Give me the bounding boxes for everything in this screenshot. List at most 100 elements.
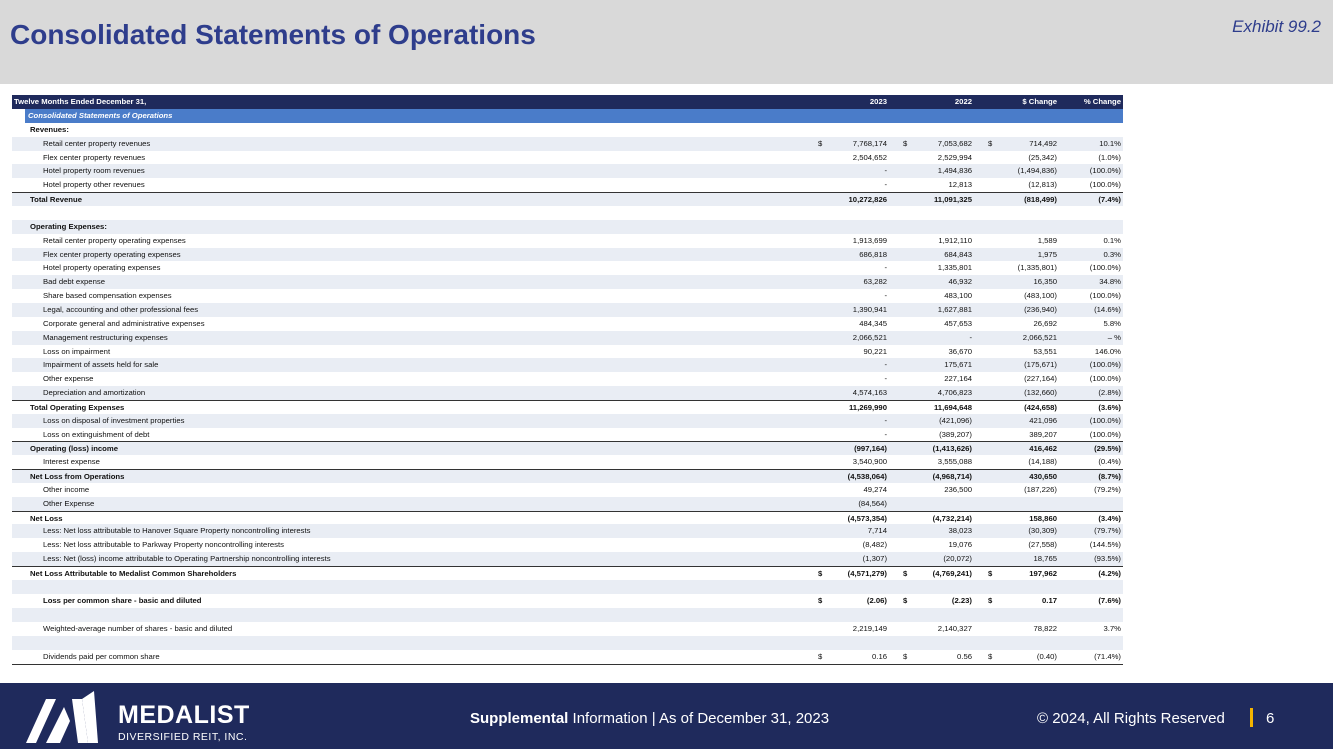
section-title-row: Consolidated Statements of Operations: [25, 109, 1123, 123]
value-pct-change: (29.5%): [1094, 444, 1121, 454]
value-change: (175,671): [1024, 360, 1057, 370]
row-label: Hotel property room revenues: [43, 166, 145, 176]
value-2022: 46,932: [948, 277, 972, 287]
row-label: Loss on impairment: [43, 346, 111, 356]
table-row: Other Expense (84,564): [12, 496, 1123, 511]
period-label: Twelve Months Ended December 31,: [14, 97, 147, 106]
value-2023: 4,574,163: [852, 388, 887, 398]
value-pct-change: (14.6%): [1094, 304, 1121, 314]
opex-heading: Operating Expenses:: [30, 221, 107, 231]
row-label: Net Loss from Operations: [30, 472, 125, 482]
value-pct-change: (7.6%): [1098, 595, 1121, 605]
value-2023: (4,573,354): [847, 513, 887, 523]
value-change: 714,492: [1029, 138, 1057, 148]
value-change: (25,342): [1028, 152, 1057, 162]
value-change: (30,309): [1028, 526, 1057, 536]
table-row: Retail center property revenues 7,768,174…: [12, 136, 1123, 151]
table-row: Loss on disposal of investment propertie…: [12, 413, 1123, 428]
value-2022: (1,413,626): [932, 444, 972, 454]
table-row: Other expense - 227,164 (227,164) (100.0%): [12, 372, 1123, 386]
table-row: Hotel property room revenues - 1,494,836 (1…: [12, 164, 1123, 179]
value-pct-change: 0.1%: [1103, 235, 1121, 245]
value-2022: 175,671: [944, 360, 972, 370]
value-change: 197,962: [1029, 569, 1057, 578]
value-2022: 19,076: [948, 540, 972, 550]
table-row: Management restructuring expenses 2,066,5…: [12, 330, 1123, 345]
footer-separator: [1250, 708, 1253, 727]
value-2023: 7,714: [867, 526, 887, 536]
value-2022: -: [969, 332, 972, 342]
row-label: Flex center property revenues: [43, 152, 146, 162]
dollar-sign: $: [988, 595, 993, 605]
value-change: 0.17: [1042, 595, 1057, 605]
value-pct-change: (144.5%): [1089, 540, 1121, 550]
value-pct-change: (8.7%): [1098, 472, 1121, 482]
row-label: Impairment of assets held for sale: [43, 360, 159, 370]
row-label: Less: Net loss attributable to Hanover S…: [43, 526, 311, 536]
value-2023: -: [884, 180, 887, 190]
col-header-change: $ Change: [1022, 97, 1057, 106]
value-2022: 7,053,682: [937, 138, 972, 148]
value-pct-change: (3.4%): [1098, 513, 1121, 523]
value-2023: (4,538,064): [847, 472, 887, 482]
value-2022: 1,627,881: [937, 304, 972, 314]
value-change: 26,692: [1033, 318, 1057, 328]
value-2022: 4,706,823: [937, 388, 972, 398]
value-pct-change: (79.2%): [1094, 484, 1121, 494]
dollar-sign: $: [988, 569, 993, 578]
value-2023: (2.06): [866, 595, 887, 605]
value-pct-change: (100.0%): [1089, 291, 1121, 301]
col-header-2022: 2022: [954, 97, 972, 106]
table-row: Flex center property operating expenses 6…: [12, 247, 1123, 262]
row-label: Operating (loss) income: [30, 444, 118, 454]
exhibit-label: Exhibit 99.2: [1232, 17, 1321, 36]
row-label: Other expense: [43, 374, 94, 384]
value-2022: (4,732,214): [932, 513, 972, 523]
value-2022: (4,769,241): [932, 569, 972, 578]
row-label: Management restructuring expenses: [43, 332, 168, 342]
value-pct-change: (100.0%): [1089, 415, 1121, 425]
row-label: Dividends paid per common share: [43, 651, 160, 661]
value-change: 389,207: [1029, 429, 1057, 439]
row-label: Share based compensation expenses: [43, 291, 172, 301]
row-label: Loss on disposal of investment propertie…: [43, 415, 185, 425]
total-row: Net Loss (4,573,354) (4,732,214) 158,860 (3.…: [12, 510, 1123, 525]
page-number: 6: [1266, 710, 1275, 727]
value-pct-change: (100.0%): [1089, 374, 1121, 384]
value-2023: -: [884, 429, 887, 439]
page-header: Consolidated Statements of Operations Ex…: [0, 0, 1333, 84]
brand-name: MEDALIST: [118, 701, 250, 729]
supplemental-info: Supplemental Information | As of Decembe…: [470, 710, 829, 727]
value-2023: 2,219,149: [852, 623, 887, 633]
row-label: Retail center property operating expense…: [43, 235, 186, 245]
total-row: Total Revenue 10,272,826 11,091,325 (818,49…: [12, 192, 1123, 206]
value-change: (1,335,801): [1017, 263, 1057, 273]
opex-heading-row: Operating Expenses:: [12, 219, 1123, 234]
row-label: Net Loss: [30, 513, 63, 523]
table-row: Flex center property revenues 2,504,652 2,…: [12, 151, 1123, 165]
value-pct-change: (3.6%): [1098, 402, 1121, 412]
value-2023: (1,307): [862, 554, 887, 564]
revenues-heading: Revenues:: [30, 124, 69, 134]
table-row: Less: Net (loss) income attributable to …: [12, 552, 1123, 566]
dollar-sign: $: [988, 138, 993, 148]
value-pct-change: 146.0%: [1094, 346, 1121, 356]
value-change: (14,188): [1028, 457, 1057, 467]
table-row: Less: Net loss attributable to Parkway P…: [12, 538, 1123, 552]
total-row: Net Loss Attributable to Medalist Common…: [12, 566, 1123, 580]
row-label: Other income: [43, 484, 90, 494]
value-2023: 484,345: [859, 318, 887, 328]
value-2022: 2,140,327: [937, 623, 972, 633]
value-2023: 10,272,826: [848, 195, 887, 205]
total-row: Net Loss from Operations (4,538,064) (4,96…: [12, 469, 1123, 483]
value-change: 430,650: [1029, 472, 1057, 482]
value-change: (483,100): [1024, 291, 1057, 301]
value-2023: -: [884, 263, 887, 273]
table-row: Less: Net loss attributable to Hanover S…: [12, 524, 1123, 539]
value-2023: 7,768,174: [852, 138, 887, 148]
value-2022: 227,164: [944, 374, 972, 384]
value-pct-change: (100.0%): [1089, 166, 1121, 176]
table-row: Legal, accounting and other professional…: [12, 302, 1123, 317]
row-label: Hotel property other revenues: [43, 180, 145, 190]
dollar-sign: $: [818, 651, 823, 661]
